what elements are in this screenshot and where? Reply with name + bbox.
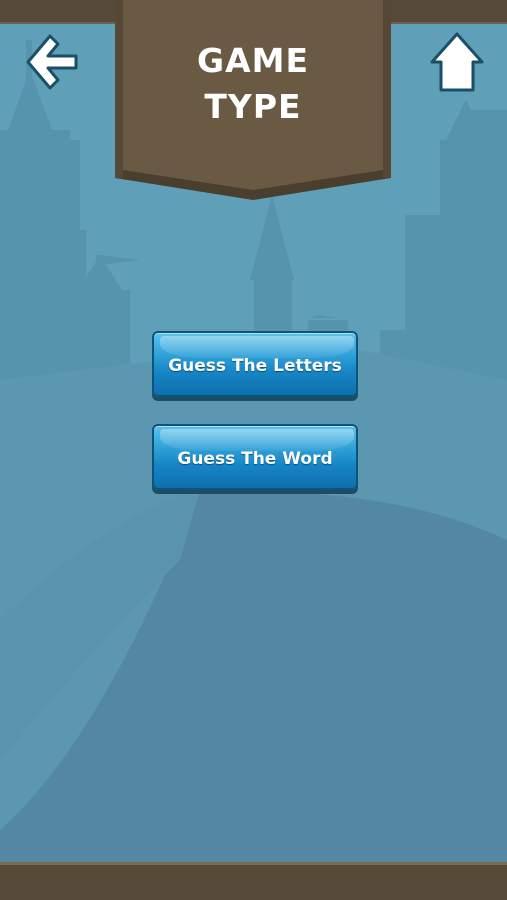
title-line-2: TYPE [204, 87, 302, 126]
title-banner: GAME TYPE [113, 0, 393, 202]
back-arrow-icon [26, 34, 78, 90]
bottom-bar [0, 862, 507, 900]
page-title: GAME TYPE [113, 38, 393, 130]
game-type-screen: GAME TYPE Guess The Letters Guess The Wo… [0, 0, 507, 900]
back-button[interactable] [22, 30, 82, 94]
guess-the-letters-button[interactable]: Guess The Letters [152, 331, 358, 397]
guess-the-word-button[interactable]: Guess The Word [152, 424, 358, 490]
home-icon [430, 32, 484, 92]
guess-the-letters-label: Guess The Letters [168, 356, 342, 376]
title-line-1: GAME [196, 41, 309, 80]
home-button[interactable] [428, 30, 486, 96]
guess-the-word-label: Guess The Word [177, 449, 333, 469]
